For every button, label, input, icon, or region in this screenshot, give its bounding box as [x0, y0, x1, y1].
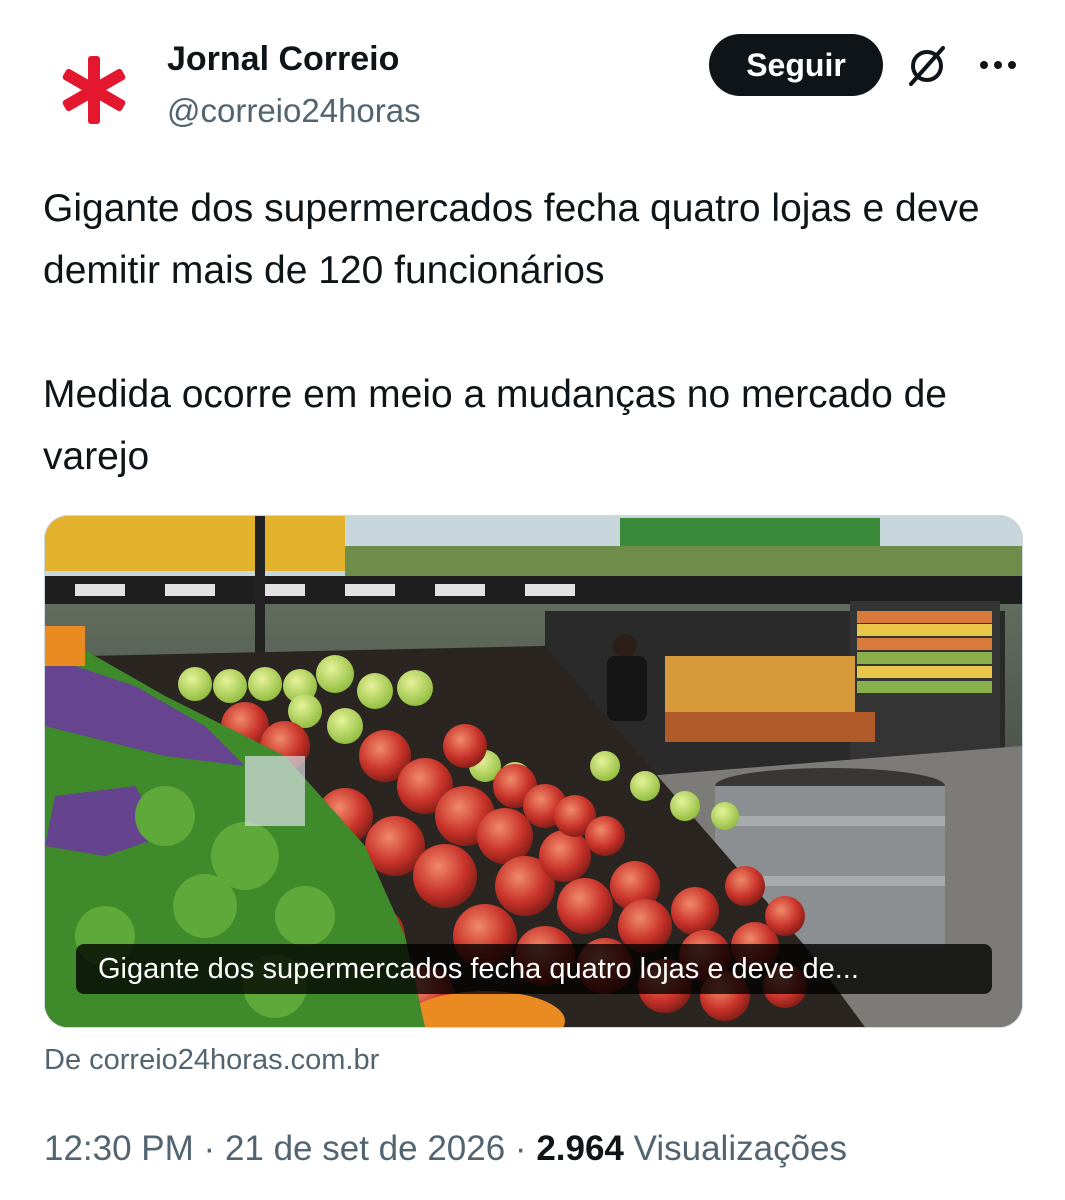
- post-text: Gigante dos supermercados fecha quatro l…: [43, 178, 1033, 488]
- views-count: 2.964: [536, 1129, 624, 1168]
- account-name[interactable]: Jornal Correio: [167, 36, 399, 82]
- link-card[interactable]: Gigante dos supermercados fecha quatro l…: [44, 515, 1023, 1028]
- follow-button[interactable]: Seguir: [709, 34, 883, 96]
- avatar[interactable]: [44, 40, 144, 140]
- post-paragraph-headline: Gigante dos supermercados fecha quatro l…: [43, 187, 980, 292]
- post-date[interactable]: 21 de set de 2026: [225, 1129, 505, 1168]
- link-source[interactable]: De correio24horas.com.br: [44, 1038, 379, 1082]
- more-icon[interactable]: [975, 50, 1021, 80]
- meta-separator: ·: [514, 1129, 527, 1168]
- views-label: Visualizações: [633, 1129, 848, 1168]
- link-card-title: Gigante dos supermercados fecha quatro l…: [76, 944, 992, 994]
- post-time[interactable]: 12:30 PM: [44, 1129, 194, 1168]
- post-meta: 12:30 PM · 21 de set de 2026 · 2.964 Vis…: [44, 1124, 847, 1174]
- red-asterisk-icon: [62, 56, 126, 124]
- grok-icon[interactable]: [905, 44, 949, 88]
- account-handle[interactable]: @correio24horas: [167, 88, 421, 134]
- post-paragraph-subtitle: Medida ocorre em meio a mudanças no merc…: [43, 373, 947, 478]
- meta-separator: ·: [203, 1129, 216, 1168]
